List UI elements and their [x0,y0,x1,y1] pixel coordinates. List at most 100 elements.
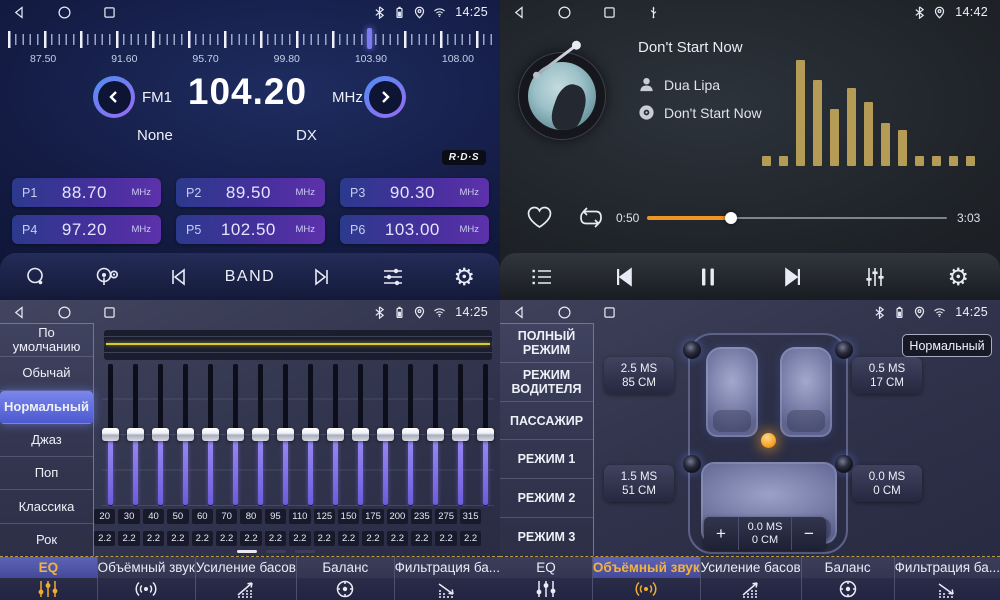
mode-1[interactable]: РЕЖИМ 1 [500,440,593,479]
fc-row: FC: 203040506070809511012515017520023527… [70,509,497,524]
tab-balance[interactable]: Баланс [296,557,394,600]
status-bar: 14:25 [0,300,500,324]
equalizer-button[interactable] [370,257,416,297]
album-name: Don't Start Now [664,105,762,121]
band-slider[interactable] [402,364,419,506]
tab-bass-boost[interactable]: Усиление басов [700,557,801,600]
preset-button-1[interactable]: P188.70MHz [12,178,161,207]
tab-eq[interactable]: EQ [500,557,592,600]
band-slider[interactable] [352,364,369,506]
rear-left-delay-button[interactable]: 1.5 MS 51 CM [604,465,674,502]
preset-button-3[interactable]: P390.30MHz [340,178,489,207]
nav-home-icon[interactable] [557,305,572,320]
band-slider[interactable] [377,364,394,506]
band-slider[interactable] [327,364,344,506]
rear-right-delay-button[interactable]: 0.0 MS 0 CM [852,465,922,502]
band-slider[interactable] [127,364,144,506]
nav-recents-icon[interactable] [602,305,617,320]
progress-thumb[interactable] [725,212,737,224]
band-slider[interactable] [102,364,119,506]
broadcast-button[interactable] [84,257,130,297]
preset-button-4[interactable]: P497.20MHz [12,215,161,244]
band-slider[interactable] [277,364,294,506]
equalizer-button[interactable] [852,257,898,297]
preset-rock[interactable]: Рок [0,524,93,556]
settings-button[interactable]: ⚙ [935,257,981,297]
nav-recents-icon[interactable] [102,305,117,320]
increase-delay-button[interactable]: + [704,517,738,550]
previous-track-button[interactable] [602,257,648,297]
mode-full[interactable]: ПОЛНЫЙ РЕЖИМ [500,324,593,363]
radio-screen: 14:25 87.50 91.60 95.70 99.80 103.90 108… [0,0,500,300]
front-right-delay-button[interactable]: 0.5 MS 17 CM [852,357,922,394]
mode-2[interactable]: РЕЖИМ 2 [500,479,593,518]
nav-recents-icon[interactable] [102,5,117,20]
scale-label: 95.70 [192,53,218,65]
seek-down-button[interactable] [93,76,135,118]
tab-bass-boost[interactable]: Усиление басов [195,557,296,600]
nav-home-icon[interactable] [57,5,72,20]
favorite-button[interactable] [526,204,553,231]
tuning-scale-labels: 87.50 91.60 95.70 99.80 103.90 108.00 [30,53,474,65]
elapsed-time: 0:50 [616,211,639,225]
nav-recents-icon[interactable] [602,5,617,20]
progress-bar[interactable] [647,210,947,226]
focus-point[interactable] [761,433,776,448]
band-slider[interactable] [152,364,169,506]
preset-pop[interactable]: Поп [0,457,93,490]
band-slider[interactable] [302,364,319,506]
band-button[interactable]: BAND [227,257,273,297]
playlist-button[interactable] [519,257,565,297]
tab-surround[interactable]: Объёмный звук [592,557,700,600]
preset-default[interactable]: По умолчанию [0,324,93,357]
tab-surround[interactable]: Объёмный звук [97,557,195,600]
settings-button[interactable]: ⚙ [441,257,487,297]
scroll-indicator[interactable] [237,550,315,553]
current-frequency: 104.20 [165,71,330,113]
repeat-button[interactable] [576,204,606,231]
next-station-button[interactable] [298,257,344,297]
nav-back-icon[interactable] [512,305,527,320]
nav-home-icon[interactable] [557,5,572,20]
profile-button[interactable]: Нормальный [902,334,992,357]
audio-visualizer [762,60,992,166]
nav-back-icon[interactable] [12,5,27,20]
next-track-button[interactable] [769,257,815,297]
location-icon [933,6,946,19]
scan-button[interactable] [13,257,59,297]
band-slider[interactable] [452,364,469,506]
band-slider[interactable] [477,364,494,506]
mode-3[interactable]: РЕЖИМ 3 [500,518,593,556]
preset-custom[interactable]: Обычай [0,357,93,390]
preset-jazz[interactable]: Джаз [0,424,93,457]
tuning-indicator [367,28,372,49]
seek-up-button[interactable] [364,76,406,118]
preset-button-5[interactable]: P5102.50MHz [176,215,325,244]
previous-station-button[interactable] [156,257,202,297]
nav-back-icon[interactable] [12,305,27,320]
preset-button-6[interactable]: P6103.00MHz [340,215,489,244]
nav-home-icon[interactable] [57,305,72,320]
tab-eq[interactable]: EQ [0,557,97,600]
band-slider[interactable] [177,364,194,506]
nav-back-icon[interactable] [512,5,527,20]
tab-balance[interactable]: Баланс [801,557,894,600]
preset-button-2[interactable]: P289.50MHz [176,178,325,207]
band-slider[interactable] [202,364,219,506]
decrease-delay-button[interactable]: − [792,517,826,550]
band-slider[interactable] [227,364,244,506]
pause-button[interactable] [685,257,731,297]
tab-filter[interactable]: Фильтрация ба... [394,557,500,600]
mode-passenger[interactable]: ПАССАЖИР [500,402,593,441]
eq-band-sliders [102,364,494,506]
eq-curve-line [106,343,490,345]
preset-normal[interactable]: Нормальный [0,391,93,424]
band-slider[interactable] [427,364,444,506]
mode-driver[interactable]: РЕЖИМ ВОДИТЕЛЯ [500,363,593,402]
sound-tab-bar: EQ Объёмный звук Усиление басов Баланс Ф… [500,556,1000,600]
tab-filter[interactable]: Фильтрация ба... [894,557,1000,600]
band-slider[interactable] [252,364,269,506]
front-left-delay-button[interactable]: 2.5 MS 85 CM [604,357,674,394]
album-icon [638,104,655,121]
preset-classic[interactable]: Классика [0,490,93,523]
